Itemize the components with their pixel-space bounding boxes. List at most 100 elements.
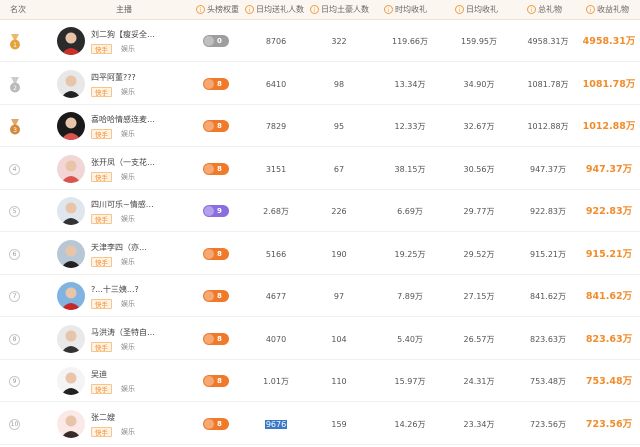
fans-cell: 159	[331, 419, 347, 429]
header-income[interactable]: i 日均收礼	[455, 0, 498, 20]
total-cell: 1081.78万	[527, 79, 569, 89]
category-tag: 娱乐	[121, 172, 135, 181]
fans-cell: 322	[331, 37, 347, 46]
avatar-image	[57, 409, 85, 438]
avatar-image	[57, 324, 85, 353]
sample-cell: 19.25万	[394, 249, 426, 259]
profit-cell: 1081.78万	[582, 78, 636, 90]
gold-medal-icon: 1	[10, 34, 20, 50]
header-profit[interactable]: i 收益礼物	[586, 0, 629, 20]
header-fans[interactable]: i 日均土豪人数	[310, 0, 369, 20]
fans-cell: 190	[331, 249, 347, 259]
anchor-name[interactable]: ?...十三姨...?	[91, 284, 139, 295]
avatar[interactable]	[57, 69, 85, 98]
rank-number: 5	[9, 206, 20, 217]
anchor-name[interactable]: 马洪涛（圣特自…	[91, 327, 155, 338]
gift-users-value: 2.68万	[263, 207, 289, 216]
header-sample[interactable]: i 时均收礼	[384, 0, 427, 20]
avatar-image	[57, 367, 85, 395]
sample-cell: 7.89万	[397, 292, 423, 301]
table-row[interactable]: 7 ?...十三姨...? 快手 娱乐 8 4677 97 7.89万 27.1…	[0, 276, 640, 317]
avatar[interactable]	[57, 324, 85, 353]
gift-users-cell: 4677	[248, 276, 304, 317]
anchor-name[interactable]: 吴迪	[91, 369, 107, 380]
anchor-name[interactable]: 四平阿董???	[91, 72, 136, 83]
info-icon: i	[310, 5, 319, 14]
table-row[interactable]: 9 吴迪 快手 娱乐 8 1.01万 110 15.97万 24.31万 753…	[0, 361, 640, 402]
platform-tag: 快手	[91, 171, 112, 182]
gift-users-value: 4677	[265, 292, 287, 301]
info-icon: i	[384, 5, 393, 14]
gift-users-cell: 4070	[248, 319, 304, 360]
gift-users-value: 1.01万	[263, 377, 289, 386]
category-tag: 娱乐	[121, 215, 135, 223]
gift-users-value: 8706	[265, 37, 287, 46]
profit-cell: 4958.31万	[582, 36, 636, 47]
gift-users-cell: 3151	[248, 149, 304, 190]
profit-cell: 823.63万	[585, 333, 633, 345]
anchor-name[interactable]: 四川可乐~情感…	[91, 199, 154, 210]
header-gift-users[interactable]: i 日均送礼人数	[245, 0, 304, 20]
gift-users-cell: 7829	[248, 106, 304, 147]
avatar-image	[57, 112, 85, 140]
gift-users-cell: 1.01万	[248, 361, 304, 402]
info-icon: i	[455, 5, 464, 14]
category-tag: 娱乐	[121, 300, 135, 308]
avatar[interactable]	[57, 27, 85, 55]
sample-cell: 6.69万	[397, 207, 423, 216]
table-row[interactable]: 3 喜哈哈情感连麦… 快手 娱乐 8 7829 95 12.33万 32.67万…	[0, 106, 640, 147]
gift-users-value: 3151	[265, 164, 287, 174]
header-weight[interactable]: i 头榜权重	[196, 0, 239, 20]
anchor-name[interactable]: 张开凤（一支花…	[91, 157, 155, 168]
platform-tag: 快手	[91, 341, 112, 352]
avatar-image	[57, 154, 85, 183]
sample-cell: 5.40万	[397, 334, 423, 344]
rank-number: 4	[9, 163, 20, 175]
anchor-name[interactable]: 喜哈哈情感连麦…	[91, 114, 155, 125]
category-tag: 娱乐	[121, 87, 135, 96]
platform-tag: 快手	[91, 86, 112, 97]
rank-number: 6	[9, 248, 20, 260]
weight-badge: 8	[203, 332, 229, 345]
avatar[interactable]	[57, 282, 85, 310]
sample-cell: 15.97万	[394, 377, 426, 386]
table-row[interactable]: 4 张开凤（一支花… 快手 娱乐 8 3151 67 38.15万 30.56万…	[0, 149, 640, 190]
avatar[interactable]	[57, 239, 85, 268]
weight-dot-icon	[204, 36, 214, 46]
income-cell: 34.90万	[463, 79, 495, 89]
total-cell: 823.63万	[530, 334, 566, 344]
svg-text:3: 3	[13, 127, 17, 134]
gift-users-cell: 2.68万	[248, 191, 304, 232]
platform-tag: 快手	[91, 214, 112, 224]
anchor-name[interactable]: 张二嫂	[91, 412, 115, 423]
table-row[interactable]: 1 刘二狗【瘦妥全… 快手 娱乐 0 8706 322 119.66万 159.…	[0, 21, 640, 62]
sample-cell: 38.15万	[394, 164, 426, 174]
profit-cell: 753.48万	[585, 376, 633, 387]
avatar[interactable]	[57, 112, 85, 140]
category-tag: 娱乐	[121, 342, 135, 351]
header-anchor: 主播	[116, 5, 132, 14]
avatar[interactable]	[57, 154, 85, 183]
anchor-name[interactable]: 天津李四（亦…	[91, 242, 147, 253]
info-icon: i	[196, 5, 205, 14]
category-tag: 娱乐	[121, 427, 135, 436]
table-row[interactable]: 6 天津李四（亦… 快手 娱乐 8 5166 190 19.25万 29.52万…	[0, 234, 640, 275]
income-cell: 29.77万	[463, 207, 495, 216]
anchor-name[interactable]: 刘二狗【瘦妥全…	[91, 29, 155, 40]
table-row[interactable]: 8 马洪涛（圣特自… 快手 娱乐 8 4070 104 5.40万 26.57万…	[0, 319, 640, 360]
header-rank: 名次	[10, 5, 26, 14]
table-row[interactable]: 2 四平阿董??? 快手 娱乐 8 6410 98 13.34万 34.90万 …	[0, 64, 640, 105]
table-row[interactable]: 10 张二嫂 快手 娱乐 8 9676 159 14.26万 23.34万 72…	[0, 404, 640, 445]
fans-cell: 95	[333, 122, 345, 131]
header-total[interactable]: i 总礼物	[527, 0, 562, 20]
avatar[interactable]	[57, 367, 85, 395]
sample-cell: 13.34万	[394, 79, 426, 89]
bronze-medal-icon: 3	[10, 119, 20, 135]
weight-badge: 9	[203, 205, 229, 217]
avatar[interactable]	[57, 409, 85, 438]
income-cell: 32.67万	[463, 122, 495, 131]
platform-tag: 快手	[91, 44, 112, 54]
weight-dot-icon	[204, 248, 214, 259]
avatar[interactable]	[57, 197, 85, 225]
table-row[interactable]: 5 四川可乐~情感… 快手 娱乐 9 2.68万 226 6.69万 29.77…	[0, 191, 640, 232]
